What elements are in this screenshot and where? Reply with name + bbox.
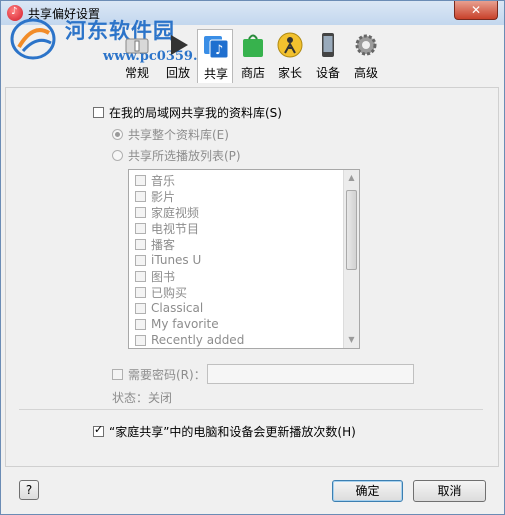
- svg-text:♪: ♪: [215, 43, 223, 58]
- playlist-checkbox[interactable]: [135, 302, 146, 314]
- tab-label: 常规: [124, 66, 149, 80]
- require-password-label: 需要密码(R)：: [128, 367, 206, 382]
- title-bar: ♪ 共享偏好设置 ✕: [1, 1, 504, 25]
- tab-general[interactable]: 常规: [119, 29, 155, 83]
- list-item[interactable]: 电视节目: [135, 220, 199, 236]
- list-item[interactable]: iTunes U: [135, 252, 201, 268]
- list-item[interactable]: 播客: [135, 236, 175, 252]
- share-selected-radio[interactable]: [112, 149, 123, 161]
- share-entire-radio[interactable]: [112, 128, 123, 140]
- playlist-checkbox[interactable]: [135, 190, 146, 202]
- playlist-checkbox[interactable]: [135, 174, 146, 186]
- share-selected-label: 共享所选播放列表(P): [128, 148, 241, 163]
- list-item[interactable]: 图书: [135, 268, 175, 284]
- list-item[interactable]: 已购买: [135, 284, 187, 300]
- preferences-window: ♪ 共享偏好设置 ✕ 河东软件园 www.pc0359.cn 常规 回放 ♪ 共…: [0, 0, 505, 515]
- tab-label: 家长: [277, 66, 302, 80]
- itunes-icon: ♪: [7, 5, 23, 21]
- status-text: 状态：关闭: [112, 390, 173, 405]
- share-entire-option[interactable]: 共享整个资料库(E): [112, 125, 229, 143]
- playlist-label: 家庭视频: [151, 205, 200, 220]
- share-selected-option[interactable]: 共享所选播放列表(P): [112, 146, 241, 164]
- window-title: 共享偏好设置: [28, 7, 101, 21]
- require-password-option[interactable]: 需要密码(R)：: [112, 365, 206, 383]
- list-item[interactable]: 家庭视频: [135, 204, 199, 220]
- tab-devices[interactable]: 设备: [310, 29, 346, 83]
- playlist-checkbox[interactable]: [135, 334, 146, 346]
- tab-label: 共享: [203, 67, 228, 81]
- playlist-label: Recently added: [151, 333, 245, 347]
- playlist-label: 图书: [151, 269, 176, 284]
- playlist-label: My favorite: [151, 317, 219, 331]
- tab-store[interactable]: 商店: [235, 29, 271, 83]
- playlist-checkbox[interactable]: [135, 318, 146, 330]
- ok-button[interactable]: 确定: [332, 480, 403, 502]
- playlist-checkbox[interactable]: [135, 286, 146, 298]
- list-item[interactable]: 音乐: [135, 172, 175, 188]
- playlist-list[interactable]: 音乐 影片 家庭视频 电视节目 播客 iTunes U 图书 已购买 Class…: [128, 169, 360, 349]
- playlist-label: 音乐: [151, 173, 176, 188]
- share-library-checkbox[interactable]: [93, 106, 104, 118]
- password-field[interactable]: [207, 364, 414, 384]
- bag-icon: [243, 34, 263, 57]
- playlist-label: iTunes U: [151, 253, 202, 267]
- playlist-label: 影片: [151, 189, 176, 204]
- home-share-option[interactable]: “家庭共享”中的电脑和设备会更新播放次数(H): [93, 422, 356, 440]
- home-share-checkbox[interactable]: [93, 423, 104, 437]
- playlist-checkbox[interactable]: [135, 270, 146, 282]
- play-icon: [171, 35, 188, 55]
- tab-playback[interactable]: 回放: [160, 29, 196, 83]
- playlist-checkbox[interactable]: [135, 238, 146, 250]
- list-item[interactable]: 影片: [135, 188, 175, 204]
- home-share-label: “家庭共享”中的电脑和设备会更新播放次数(H): [109, 424, 356, 439]
- playlist-checkbox[interactable]: [135, 222, 146, 234]
- phone-icon: [322, 33, 334, 57]
- close-button[interactable]: ✕: [454, 1, 498, 20]
- playlist-label: 电视节目: [151, 221, 200, 236]
- cancel-button[interactable]: 取消: [413, 480, 486, 502]
- list-scrollbar[interactable]: ▲ ▼: [343, 170, 359, 348]
- require-password-checkbox[interactable]: [112, 368, 123, 380]
- share-entire-label: 共享整个资料库(E): [128, 127, 229, 142]
- playlist-label: Classical: [151, 301, 204, 315]
- gear-icon: [355, 34, 377, 56]
- list-item[interactable]: My favorite: [135, 316, 219, 332]
- music-share-icon: ♪: [204, 36, 229, 59]
- tab-parental[interactable]: 家长: [272, 29, 308, 83]
- playlist-label: 已购买: [151, 285, 188, 300]
- share-library-label: 在我的局域网共享我的资料库(S): [109, 105, 282, 120]
- switch-icon: [125, 38, 149, 54]
- share-library-option[interactable]: 在我的局域网共享我的资料库(S): [93, 103, 282, 121]
- tab-label: 回放: [165, 66, 190, 80]
- help-button[interactable]: ?: [19, 480, 39, 500]
- tab-sharing[interactable]: ♪ 共享: [197, 29, 233, 83]
- scroll-up-icon[interactable]: ▲: [344, 170, 359, 186]
- scroll-down-icon[interactable]: ▼: [344, 332, 359, 348]
- tab-advanced[interactable]: 高级: [348, 29, 384, 83]
- tab-label: 高级: [353, 66, 378, 80]
- tab-label: 设备: [315, 66, 340, 80]
- parent-icon: [277, 32, 303, 58]
- playlist-checkbox[interactable]: [135, 206, 146, 218]
- scroll-thumb[interactable]: [346, 190, 357, 270]
- playlist-checkbox[interactable]: [135, 254, 146, 266]
- tab-label: 商店: [240, 66, 265, 80]
- list-item[interactable]: Classical: [135, 300, 203, 316]
- playlist-label: 播客: [151, 237, 176, 252]
- list-item[interactable]: Recently added: [135, 332, 244, 348]
- divider: [19, 409, 483, 410]
